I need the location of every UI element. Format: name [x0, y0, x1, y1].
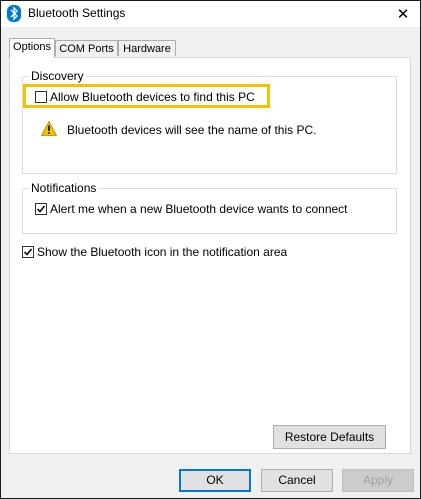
window-title: Bluetooth Settings — [28, 6, 126, 20]
checkmark-icon — [36, 205, 46, 213]
warning-icon — [41, 121, 57, 136]
allow-discovery-label[interactable]: Allow Bluetooth devices to find this PC — [50, 90, 255, 104]
alert-connect-row[interactable]: Alert me when a new Bluetooth device wan… — [35, 201, 348, 217]
cancel-button[interactable]: Cancel — [261, 469, 333, 492]
bluetooth-icon — [7, 5, 21, 22]
alert-connect-label[interactable]: Alert me when a new Bluetooth device wan… — [50, 202, 348, 216]
tab-options[interactable]: Options — [9, 38, 55, 58]
notifications-group-label: Notifications — [29, 181, 99, 195]
show-icon-row[interactable]: Show the Bluetooth icon in the notificat… — [22, 244, 287, 260]
allow-discovery-row[interactable]: Allow Bluetooth devices to find this PC — [35, 89, 255, 105]
tab-hardware[interactable]: Hardware — [118, 40, 176, 56]
warning-text: Bluetooth devices will see the name of t… — [67, 123, 317, 137]
tab-com-ports[interactable]: COM Ports — [55, 40, 118, 56]
ok-button[interactable]: OK — [179, 469, 251, 492]
allow-discovery-checkbox[interactable] — [35, 91, 47, 103]
restore-defaults-button[interactable]: Restore Defaults — [273, 425, 386, 449]
show-icon-checkbox[interactable] — [22, 246, 34, 258]
checkmark-icon — [23, 248, 33, 256]
apply-button[interactable]: Apply — [342, 469, 414, 492]
show-icon-label[interactable]: Show the Bluetooth icon in the notificat… — [37, 245, 287, 259]
discovery-group-label: Discovery — [29, 69, 86, 83]
title-bar: Bluetooth Settings ✕ — [1, 1, 420, 27]
alert-connect-checkbox[interactable] — [35, 203, 47, 215]
bluetooth-settings-window: Bluetooth Settings ✕ Options COM Ports H… — [0, 0, 421, 499]
close-button[interactable]: ✕ — [386, 1, 420, 27]
